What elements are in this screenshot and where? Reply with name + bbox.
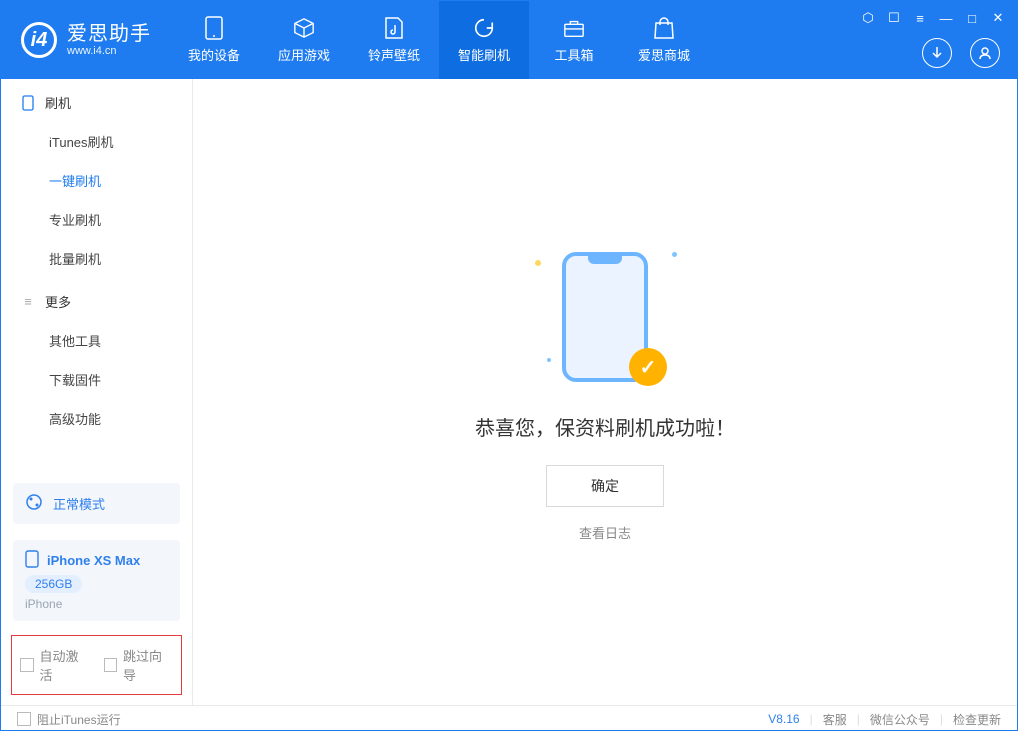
footer-check-update-link[interactable]: 检查更新: [953, 711, 1001, 728]
logo-area: i4 爱思助手 www.i4.cn: [1, 1, 169, 79]
maximize-button[interactable]: □: [963, 9, 981, 27]
nav-label: 智能刷机: [458, 45, 510, 64]
download-icon[interactable]: [922, 38, 952, 68]
footer-version: V8.16: [768, 712, 799, 726]
sidebar-group-more: ≡ 更多: [1, 278, 192, 321]
option-label: 跳过向导: [123, 646, 173, 684]
nav-my-device[interactable]: 我的设备: [169, 1, 259, 79]
checkbox-icon: [104, 658, 118, 672]
success-illustration: ✓: [525, 242, 685, 392]
footer-wechat-link[interactable]: 微信公众号: [870, 711, 930, 728]
sidebar: 刷机 iTunes刷机 一键刷机 专业刷机 批量刷机 ≡ 更多 其他工具 下载固…: [1, 79, 193, 705]
device-name: iPhone XS Max: [47, 553, 140, 568]
view-log-link[interactable]: 查看日志: [579, 523, 631, 542]
sidebar-item-pro-flash[interactable]: 专业刷机: [1, 200, 192, 239]
success-message: 恭喜您，保资料刷机成功啦！: [475, 412, 735, 441]
sidebar-group-title: 刷机: [45, 93, 71, 112]
mode-card[interactable]: 正常模式: [13, 483, 180, 524]
cube-icon: [293, 17, 315, 39]
footer-bar: 阻止iTunes运行 V8.16 | 客服 | 微信公众号 | 检查更新: [1, 705, 1017, 732]
sidebar-item-oneclick-flash[interactable]: 一键刷机: [1, 161, 192, 200]
app-logo-icon: i4: [21, 22, 57, 58]
close-button[interactable]: ✕: [989, 9, 1007, 27]
nav-label: 铃声壁纸: [368, 45, 420, 64]
list-icon: ≡: [21, 295, 35, 309]
checkmark-badge-icon: ✓: [629, 348, 667, 386]
nav-smart-flash[interactable]: 智能刷机: [439, 1, 529, 79]
sidebar-item-itunes-flash[interactable]: iTunes刷机: [1, 122, 192, 161]
nav-toolbox[interactable]: 工具箱: [529, 1, 619, 79]
shirt-icon[interactable]: ⬡: [859, 9, 877, 27]
nav-label: 爱思商城: [638, 45, 690, 64]
mode-icon: [25, 493, 43, 514]
phone-small-icon: [21, 96, 35, 110]
header-bar: i4 爱思助手 www.i4.cn 我的设备 应用游戏 铃声壁纸 智能刷机 工具…: [1, 1, 1017, 79]
nav-store[interactable]: 爱思商城: [619, 1, 709, 79]
nav-label: 我的设备: [188, 45, 240, 64]
music-file-icon: [383, 17, 405, 39]
feedback-icon[interactable]: ☐: [885, 9, 903, 27]
sidebar-item-download-firmware[interactable]: 下载固件: [1, 360, 192, 399]
sidebar-item-batch-flash[interactable]: 批量刷机: [1, 239, 192, 278]
phone-icon: [203, 17, 225, 39]
flash-options-box: 自动激活 跳过向导: [11, 635, 182, 695]
sidebar-group-title: 更多: [45, 292, 71, 311]
checkbox-icon: [17, 712, 31, 726]
option-skip-guide[interactable]: 跳过向导: [104, 646, 174, 684]
shopping-bag-icon: [653, 17, 675, 39]
device-capacity-badge: 256GB: [25, 575, 82, 593]
device-card[interactable]: iPhone XS Max 256GB iPhone: [13, 540, 180, 621]
nav-label: 应用游戏: [278, 45, 330, 64]
main-content: ✓ 恭喜您，保资料刷机成功啦！ 确定 查看日志: [193, 79, 1017, 705]
mode-label: 正常模式: [53, 494, 105, 513]
device-type: iPhone: [25, 597, 62, 611]
nav-apps-games[interactable]: 应用游戏: [259, 1, 349, 79]
menu-icon[interactable]: ≡: [911, 9, 929, 27]
sidebar-item-advanced[interactable]: 高级功能: [1, 399, 192, 438]
device-phone-icon: [25, 550, 39, 571]
option-label: 自动激活: [40, 646, 90, 684]
nav-label: 工具箱: [554, 45, 593, 64]
minimize-button[interactable]: —: [937, 9, 955, 27]
footer-service-link[interactable]: 客服: [823, 711, 847, 728]
top-nav: 我的设备 应用游戏 铃声壁纸 智能刷机 工具箱 爱思商城: [169, 1, 709, 79]
footer-block-itunes-label: 阻止iTunes运行: [37, 711, 121, 728]
user-profile-icon[interactable]: [970, 38, 1000, 68]
footer-block-itunes[interactable]: 阻止iTunes运行: [17, 711, 121, 728]
sidebar-item-other-tools[interactable]: 其他工具: [1, 321, 192, 360]
app-title: 爱思助手: [67, 23, 151, 45]
nav-ringtones-wallpapers[interactable]: 铃声壁纸: [349, 1, 439, 79]
toolbox-icon: [563, 17, 585, 39]
header-user-icons: [922, 38, 1000, 68]
sidebar-group-flash: 刷机: [1, 79, 192, 122]
app-subtitle: www.i4.cn: [67, 45, 151, 57]
refresh-shield-icon: [473, 17, 495, 39]
ok-button[interactable]: 确定: [546, 465, 664, 507]
checkbox-icon: [20, 658, 34, 672]
option-auto-activate[interactable]: 自动激活: [20, 646, 90, 684]
